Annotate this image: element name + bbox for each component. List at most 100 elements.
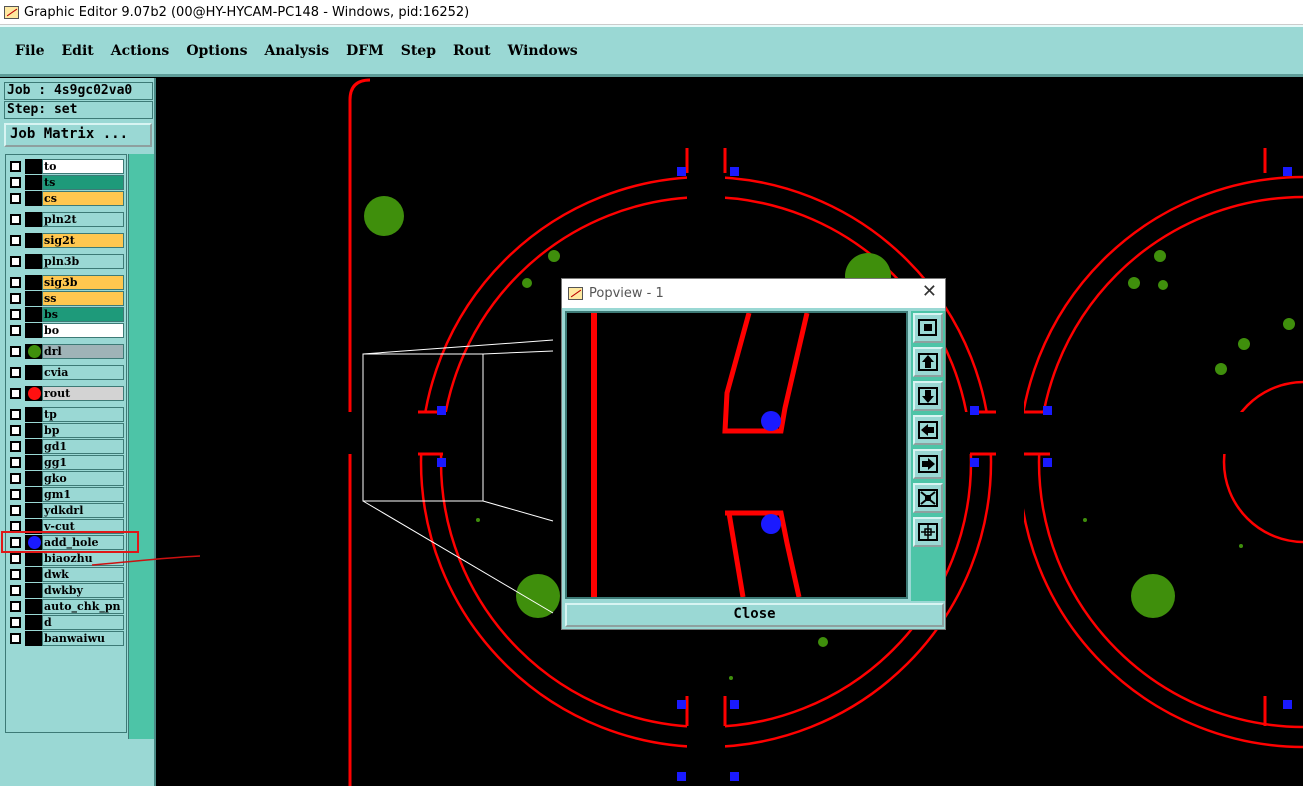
menu-rout[interactable]: Rout — [453, 43, 491, 59]
layer-scrollbar[interactable] — [128, 154, 154, 739]
layer-checkbox[interactable] — [10, 569, 21, 580]
layer-name[interactable]: gko — [42, 471, 124, 486]
layer-row-pln3b[interactable]: pln3b — [8, 254, 128, 269]
layer-checkbox[interactable] — [10, 505, 21, 516]
layer-name[interactable]: gg1 — [42, 455, 124, 470]
layer-checkbox[interactable] — [10, 161, 21, 172]
layer-checkbox[interactable] — [10, 585, 21, 596]
layer-row-bo[interactable]: bo — [8, 323, 128, 338]
layer-color-swatch — [25, 599, 42, 614]
close-icon[interactable]: ✕ — [922, 283, 937, 301]
layer-row-banwaiwu[interactable]: banwaiwu — [8, 631, 128, 646]
layer-name[interactable]: pln2t — [42, 212, 124, 227]
layer-checkbox[interactable] — [10, 177, 21, 188]
layer-name[interactable]: sig3b — [42, 275, 124, 290]
layer-row-ss[interactable]: ss — [8, 291, 128, 306]
layer-checkbox[interactable] — [10, 425, 21, 436]
layer-row-ydkdrl[interactable]: ydkdrl — [8, 503, 128, 518]
pan-left-icon[interactable] — [913, 415, 943, 445]
layer-row-sig2t[interactable]: sig2t — [8, 233, 128, 248]
layer-color-swatch — [25, 233, 42, 248]
zoom-fit-icon[interactable] — [913, 313, 943, 343]
menu-step[interactable]: Step — [401, 43, 436, 59]
popview-titlebar[interactable]: Popview - 1 ✕ — [562, 279, 945, 308]
layer-row-dwkby[interactable]: dwkby — [8, 583, 128, 598]
layer-row-dwk[interactable]: dwk — [8, 567, 128, 582]
layer-row-drl[interactable]: drl — [8, 344, 128, 359]
layer-checkbox[interactable] — [10, 633, 21, 644]
layer-checkbox[interactable] — [10, 441, 21, 452]
layer-row-cvia[interactable]: cvia — [8, 365, 128, 380]
layer-name[interactable]: sig2t — [42, 233, 124, 248]
layer-name[interactable]: drl — [42, 344, 124, 359]
layer-name[interactable]: gm1 — [42, 487, 124, 502]
layer-checkbox[interactable] — [10, 214, 21, 225]
layer-checkbox[interactable] — [10, 235, 21, 246]
layer-checkbox[interactable] — [10, 193, 21, 204]
layer-name[interactable]: banwaiwu — [42, 631, 124, 646]
layer-checkbox[interactable] — [10, 256, 21, 267]
layer-checkbox[interactable] — [10, 473, 21, 484]
layer-checkbox[interactable] — [10, 277, 21, 288]
layer-name[interactable]: cs — [42, 191, 124, 206]
layer-name[interactable]: to — [42, 159, 124, 174]
layer-row-rout[interactable]: rout — [8, 386, 128, 401]
layer-row-sig3b[interactable]: sig3b — [8, 275, 128, 290]
menu-analysis[interactable]: Analysis — [264, 43, 329, 59]
layer-checkbox[interactable] — [10, 309, 21, 320]
layer-row-bp[interactable]: bp — [8, 423, 128, 438]
layer-name[interactable]: tp — [42, 407, 124, 422]
layer-checkbox[interactable] — [10, 409, 21, 420]
layer-name[interactable]: ts — [42, 175, 124, 190]
layer-checkbox[interactable] — [10, 601, 21, 612]
layer-name[interactable]: auto_chk_pn — [42, 599, 124, 614]
zoom-out-icon[interactable] — [913, 483, 943, 513]
pan-down-icon[interactable] — [913, 381, 943, 411]
layer-name[interactable]: dwkby — [42, 583, 124, 598]
menu-dfm[interactable]: DFM — [346, 43, 384, 59]
layer-name[interactable]: bs — [42, 307, 124, 322]
layer-row-ts[interactable]: ts — [8, 175, 128, 190]
layer-checkbox[interactable] — [10, 553, 21, 564]
layer-row-bs[interactable]: bs — [8, 307, 128, 322]
layer-checkbox[interactable] — [10, 293, 21, 304]
pan-right-icon[interactable] — [913, 449, 943, 479]
menu-actions[interactable]: Actions — [111, 43, 170, 59]
menu-options[interactable]: Options — [186, 43, 247, 59]
menu-edit[interactable]: Edit — [61, 43, 93, 59]
layer-name[interactable]: pln3b — [42, 254, 124, 269]
layer-row-auto-chk-pn[interactable]: auto_chk_pn — [8, 599, 128, 614]
menu-windows[interactable]: Windows — [508, 43, 578, 59]
job-matrix-button[interactable]: Job Matrix ... — [4, 123, 152, 147]
layer-row-tp[interactable]: tp — [8, 407, 128, 422]
layer-checkbox[interactable] — [10, 388, 21, 399]
layer-checkbox[interactable] — [10, 617, 21, 628]
layer-row-d[interactable]: d — [8, 615, 128, 630]
pan-up-icon[interactable] — [913, 347, 943, 377]
layer-name[interactable]: ydkdrl — [42, 503, 124, 518]
layer-checkbox[interactable] — [10, 325, 21, 336]
layer-name[interactable]: cvia — [42, 365, 124, 380]
close-button[interactable]: Close — [565, 603, 944, 627]
layer-checkbox[interactable] — [10, 346, 21, 357]
layer-checkbox[interactable] — [10, 489, 21, 500]
layer-name[interactable]: d — [42, 615, 124, 630]
layer-checkbox[interactable] — [10, 367, 21, 378]
layer-row-gd1[interactable]: gd1 — [8, 439, 128, 454]
layer-row-pln2t[interactable]: pln2t — [8, 212, 128, 227]
layer-row-to[interactable]: to — [8, 159, 128, 174]
layer-name[interactable]: gd1 — [42, 439, 124, 454]
layer-name[interactable]: dwk — [42, 567, 124, 582]
layer-name[interactable]: rout — [42, 386, 124, 401]
layer-row-gm1[interactable]: gm1 — [8, 487, 128, 502]
zoom-in-icon[interactable] — [913, 517, 943, 547]
layer-name[interactable]: bp — [42, 423, 124, 438]
popview-canvas[interactable] — [565, 311, 908, 599]
layer-name[interactable]: ss — [42, 291, 124, 306]
layer-checkbox[interactable] — [10, 457, 21, 468]
layer-row-cs[interactable]: cs — [8, 191, 128, 206]
layer-name[interactable]: bo — [42, 323, 124, 338]
layer-row-gg1[interactable]: gg1 — [8, 455, 128, 470]
layer-row-gko[interactable]: gko — [8, 471, 128, 486]
menu-file[interactable]: File — [15, 43, 44, 59]
